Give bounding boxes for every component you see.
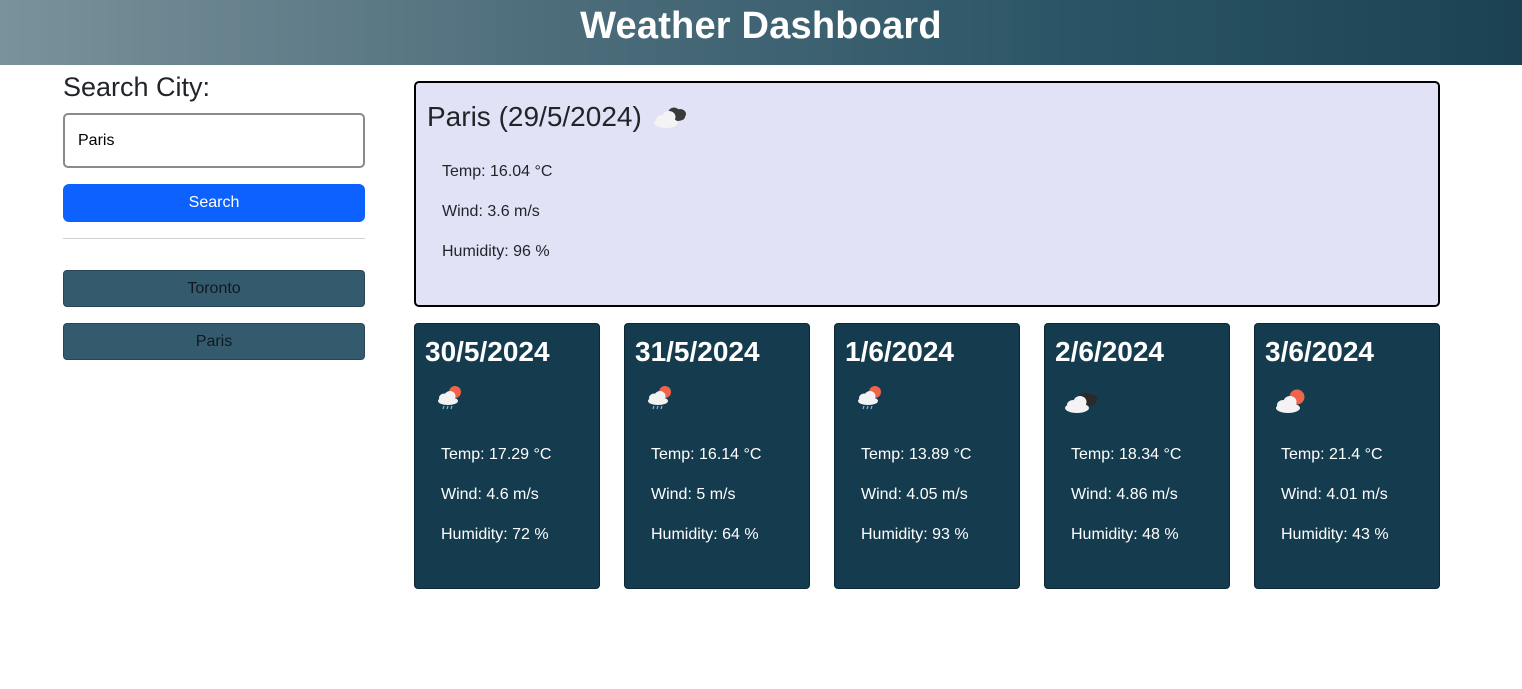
forecast-wind: Wind: 4.6 m/s: [441, 486, 539, 503]
sun-behind-rain-cloud-icon: [853, 382, 887, 415]
current-weather-heading: Paris (29/5/2024): [427, 95, 692, 138]
sun-behind-cloud-icon: [1271, 386, 1311, 421]
forecast-humidity: Humidity: 72 %: [441, 526, 549, 543]
current-humidity: Humidity: 96 %: [442, 243, 550, 260]
forecast-date: 2/6/2024: [1055, 336, 1164, 367]
current-weather-card: Paris (29/5/2024) Temp: 16.04 °C Wind: 3…: [414, 81, 1440, 307]
page-title: Weather Dashboard: [580, 5, 942, 47]
search-label: Search City:: [63, 72, 211, 102]
forecast-card: 3/6/2024 Temp: 21.4 °C Wind: 4.01 m/s Hu…: [1254, 323, 1440, 589]
search-input[interactable]: [63, 113, 365, 168]
forecast-temp: Temp: 16.14 °C: [651, 446, 762, 463]
search-button[interactable]: Search: [63, 184, 365, 222]
forecast-date: 31/5/2024: [635, 336, 760, 367]
forecast-date: 3/6/2024: [1265, 336, 1374, 367]
forecast-temp: Temp: 21.4 °C: [1281, 446, 1383, 463]
forecast-temp: Temp: 13.89 °C: [861, 446, 972, 463]
forecast-temp: Temp: 17.29 °C: [441, 446, 552, 463]
forecast-card: 31/5/2024 Temp: 16.14 °C Wind: 5 m/s Hum…: [624, 323, 810, 589]
cloudy-icon: [1061, 386, 1103, 421]
cloudy-icon: [650, 101, 692, 138]
current-city-date: Paris (29/5/2024): [427, 100, 642, 132]
sun-behind-rain-cloud-icon: [433, 382, 467, 415]
forecast-wind: Wind: 4.86 m/s: [1071, 486, 1178, 503]
forecast-wind: Wind: 4.01 m/s: [1281, 486, 1388, 503]
forecast-wind: Wind: 5 m/s: [651, 486, 736, 503]
forecast-humidity: Humidity: 48 %: [1071, 526, 1179, 543]
forecast-humidity: Humidity: 43 %: [1281, 526, 1389, 543]
forecast-temp: Temp: 18.34 °C: [1071, 446, 1182, 463]
current-wind: Wind: 3.6 m/s: [442, 203, 540, 220]
search-history: Toronto Paris: [63, 270, 365, 360]
forecast-date: 30/5/2024: [425, 336, 550, 367]
page-header: Weather Dashboard: [0, 0, 1522, 65]
forecast-humidity: Humidity: 64 %: [651, 526, 759, 543]
sun-behind-rain-cloud-icon: [643, 382, 677, 415]
current-temp: Temp: 16.04 °C: [442, 163, 553, 180]
divider: [63, 238, 365, 239]
history-button-toronto[interactable]: Toronto: [63, 270, 365, 307]
forecast-card: 30/5/2024 Temp: 17.29 °C Wind: 4.6 m/s H…: [414, 323, 600, 589]
forecast-card: 1/6/2024 Temp: 13.89 °C Wind: 4.05 m/s H…: [834, 323, 1020, 589]
forecast-date: 1/6/2024: [845, 336, 954, 367]
forecast-humidity: Humidity: 93 %: [861, 526, 969, 543]
forecast-card: 2/6/2024 Temp: 18.34 °C Wind: 4.86 m/s H…: [1044, 323, 1230, 589]
history-button-paris[interactable]: Paris: [63, 323, 365, 360]
forecast-wind: Wind: 4.05 m/s: [861, 486, 968, 503]
sidebar: Search City: Search Toronto Paris: [63, 70, 365, 376]
